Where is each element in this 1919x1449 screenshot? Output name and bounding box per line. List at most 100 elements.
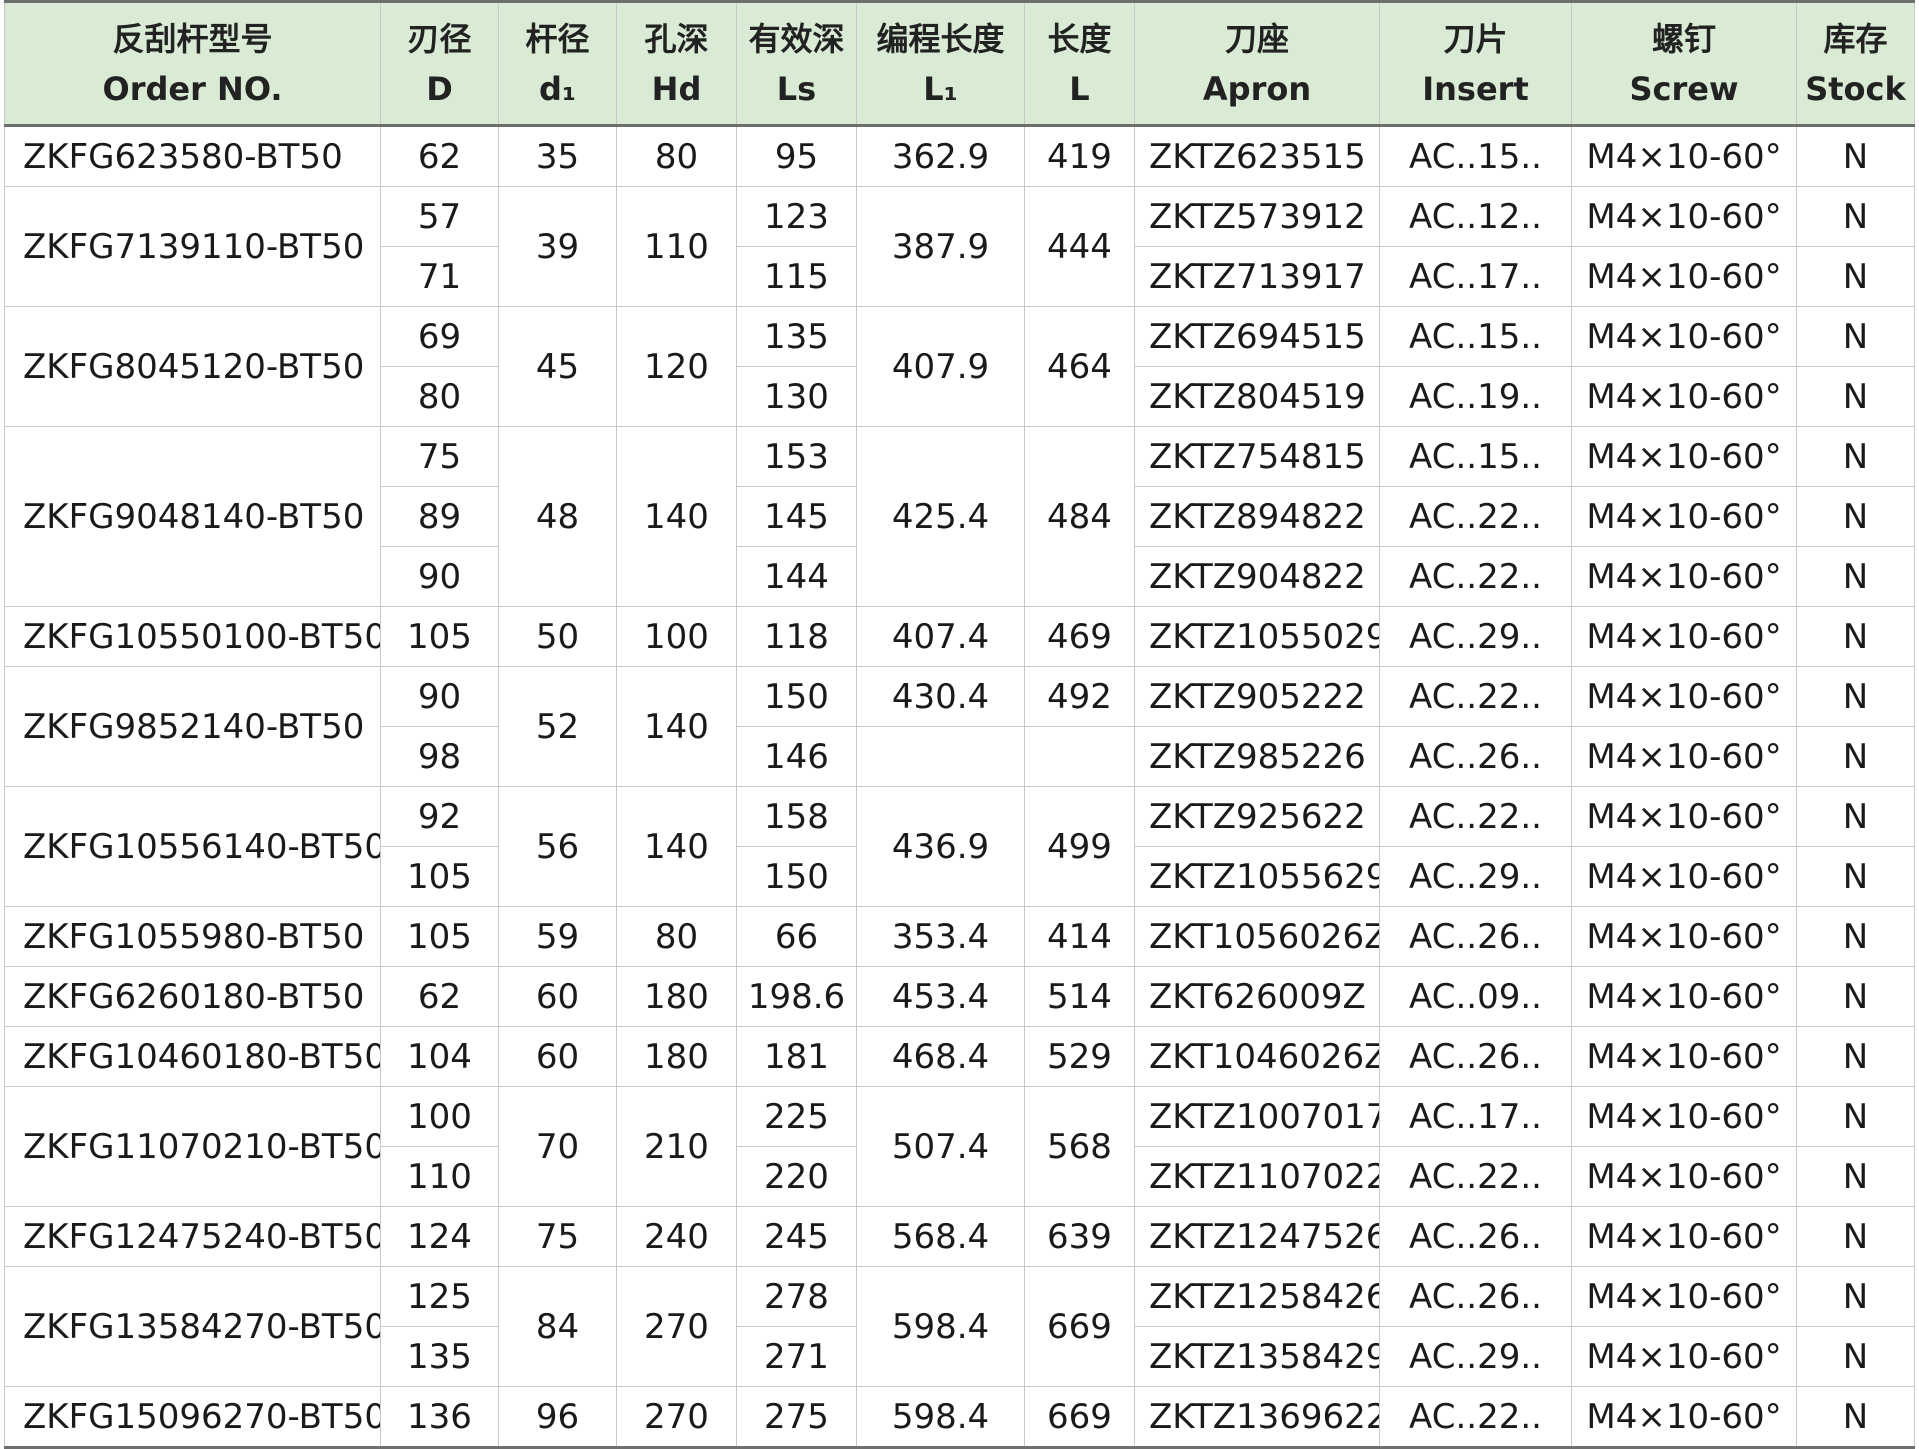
shank-diameter-cell: 48 <box>498 426 617 607</box>
shank-diameter-cell: 39 <box>498 186 617 307</box>
programming-length-cell: 453.4 <box>856 966 1025 1027</box>
stock-cell: N <box>1796 306 1915 367</box>
apron-cell: ZKTZ905222 <box>1134 666 1380 727</box>
insert-cell: AC..26.. <box>1379 906 1572 967</box>
hole-depth-cell: 140 <box>616 426 737 607</box>
diameter-cell: 105 <box>380 606 499 667</box>
screw-cell: M4×10-60° <box>1571 906 1797 967</box>
insert-cell: AC..15.. <box>1379 125 1572 187</box>
insert-cell: AC..29.. <box>1379 606 1572 667</box>
insert-cell: AC..22.. <box>1379 1386 1572 1449</box>
programming-length-cell: 598.4 <box>856 1266 1025 1387</box>
apron-cell: ZKTZ1055629 <box>1134 846 1380 907</box>
screw-cell: M4×10-60° <box>1571 726 1797 787</box>
length-cell: 469 <box>1024 606 1135 667</box>
apron-cell: ZKTZ1055029 <box>1134 606 1380 667</box>
header-apron: 刀座 Apron <box>1134 0 1380 127</box>
hole-depth-cell: 270 <box>616 1266 737 1387</box>
order-no-cell: ZKFG13584270-BT50 <box>4 1266 381 1387</box>
table-row: ZKFG15096270-BT50 136 96 270 275 598.4 669 ZKTZ… <box>4 1386 1915 1449</box>
screw-cell: M4×10-60° <box>1571 1266 1797 1327</box>
screw-cell: M4×10-60° <box>1571 606 1797 667</box>
shank-diameter-cell: 60 <box>498 1026 617 1087</box>
length-cell: 414 <box>1024 906 1135 967</box>
diameter-cell: 90 <box>380 546 499 607</box>
programming-length-cell: 407.9 <box>856 306 1025 427</box>
programming-length-cell: 387.9 <box>856 186 1025 307</box>
shank-diameter-cell: 45 <box>498 306 617 427</box>
apron-cell: ZKT1046026Z <box>1134 1026 1380 1087</box>
screw-cell: M4×10-60° <box>1571 426 1797 487</box>
stock-cell: N <box>1796 1086 1915 1147</box>
diameter-cell: 110 <box>380 1146 499 1207</box>
programming-length-cell <box>856 726 1025 787</box>
effective-depth-cell: 198.6 <box>736 966 857 1027</box>
diameter-cell: 105 <box>380 906 499 967</box>
order-no-cell: ZKFG8045120-BT50 <box>4 306 381 427</box>
header-shank-diameter: 杆径 d₁ <box>498 0 617 127</box>
apron-cell: ZKTZ804519 <box>1134 366 1380 427</box>
stock-cell: N <box>1796 426 1915 487</box>
header-row: 反刮杆型号 Order NO. 刃径 D 杆径 d₁ 孔深 Hd 有效深 Ls 编程长度 L… <box>4 0 1915 127</box>
effective-depth-cell: 278 <box>736 1266 857 1327</box>
effective-depth-cell: 181 <box>736 1026 857 1087</box>
stock-cell: N <box>1796 1026 1915 1087</box>
shank-diameter-cell: 60 <box>498 966 617 1027</box>
effective-depth-cell: 275 <box>736 1386 857 1449</box>
stock-cell: N <box>1796 906 1915 967</box>
programming-length-cell: 425.4 <box>856 426 1025 607</box>
diameter-cell: 136 <box>380 1386 499 1449</box>
stock-cell: N <box>1796 366 1915 427</box>
insert-cell: AC..17.. <box>1379 246 1572 307</box>
length-cell: 444 <box>1024 186 1135 307</box>
order-no-cell: ZKFG1055980-BT50 <box>4 906 381 967</box>
effective-depth-cell: 150 <box>736 666 857 727</box>
order-no-cell: ZKFG6260180-BT50 <box>4 966 381 1027</box>
header-screw: 螺钉 Screw <box>1571 0 1797 127</box>
stock-cell: N <box>1796 666 1915 727</box>
stock-cell: N <box>1796 246 1915 307</box>
screw-cell: M4×10-60° <box>1571 1026 1797 1087</box>
diameter-cell: 135 <box>380 1326 499 1387</box>
screw-cell: M4×10-60° <box>1571 1386 1797 1449</box>
length-cell <box>1024 726 1135 787</box>
hole-depth-cell: 140 <box>616 786 737 907</box>
diameter-cell: 75 <box>380 426 499 487</box>
screw-cell: M4×10-60° <box>1571 306 1797 367</box>
diameter-cell: 69 <box>380 306 499 367</box>
insert-cell: AC..26.. <box>1379 1206 1572 1267</box>
diameter-cell: 105 <box>380 846 499 907</box>
header-order-no: 反刮杆型号 Order NO. <box>4 0 381 127</box>
apron-cell: ZKTZ694515 <box>1134 306 1380 367</box>
stock-cell: N <box>1796 125 1915 187</box>
programming-length-cell: 507.4 <box>856 1086 1025 1207</box>
header-insert: 刀片 Insert <box>1379 0 1572 127</box>
header-hole-depth: 孔深 Hd <box>616 0 737 127</box>
diameter-cell: 57 <box>380 186 499 247</box>
hole-depth-cell: 80 <box>616 125 737 187</box>
stock-cell: N <box>1796 1326 1915 1387</box>
length-cell: 419 <box>1024 125 1135 187</box>
order-no-cell: ZKFG9852140-BT50 <box>4 666 381 787</box>
stock-cell: N <box>1796 606 1915 667</box>
stock-cell: N <box>1796 726 1915 787</box>
shank-diameter-cell: 56 <box>498 786 617 907</box>
table-row: ZKFG6260180-BT50 62 60 180 198.6 453.4 514 ZKT6… <box>4 966 1915 1027</box>
programming-length-cell: 598.4 <box>856 1386 1025 1449</box>
shank-diameter-cell: 52 <box>498 666 617 787</box>
insert-cell: AC..22.. <box>1379 666 1572 727</box>
effective-depth-cell: 145 <box>736 486 857 547</box>
stock-cell: N <box>1796 1386 1915 1449</box>
insert-cell: AC..26.. <box>1379 1026 1572 1087</box>
effective-depth-cell: 135 <box>736 306 857 367</box>
hole-depth-cell: 100 <box>616 606 737 667</box>
header-programming-length: 编程长度 L₁ <box>856 0 1025 127</box>
screw-cell: M4×10-60° <box>1571 846 1797 907</box>
apron-cell: ZKT626009Z <box>1134 966 1380 1027</box>
screw-cell: M4×10-60° <box>1571 125 1797 187</box>
programming-length-cell: 468.4 <box>856 1026 1025 1087</box>
apron-cell: ZKTZ1007017 <box>1134 1086 1380 1147</box>
table-row: ZKFG10460180-BT50 104 60 180 181 468.4 529 ZKT1… <box>4 1026 1915 1087</box>
length-cell: 484 <box>1024 426 1135 607</box>
diameter-cell: 98 <box>380 726 499 787</box>
